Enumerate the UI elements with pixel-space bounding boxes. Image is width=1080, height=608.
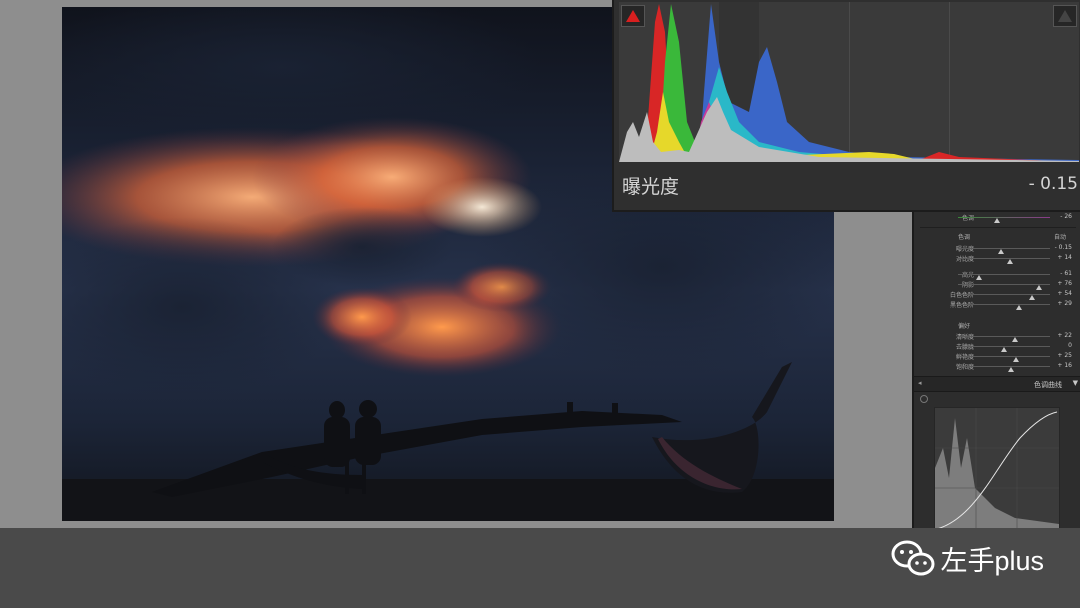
histogram-chart <box>619 2 1079 162</box>
slider-value: - 61 <box>1060 270 1072 277</box>
divider <box>920 227 1076 228</box>
slider-track[interactable] <box>958 336 1050 342</box>
slider-thumb[interactable] <box>1006 259 1013 264</box>
slider-row-tint[interactable]: 色调 - 26 <box>914 212 1080 223</box>
auto-button[interactable]: 自动 <box>1054 232 1066 241</box>
slider-row[interactable]: 白色色阶 + 54 <box>914 289 1080 300</box>
highlight-clipping-button[interactable] <box>1053 5 1077 27</box>
histogram-parameter-label: 曝光度 <box>622 176 680 198</box>
presence-section-label: 偏好 <box>958 323 971 330</box>
slider-value: + 22 <box>1057 332 1072 339</box>
slider-value: + 25 <box>1057 352 1072 359</box>
slider-value: - 0.15 <box>1054 244 1072 251</box>
slider-track[interactable] <box>958 356 1050 362</box>
chevron-down-icon[interactable]: ▼ <box>1073 379 1078 387</box>
slider-track[interactable] <box>958 284 1050 290</box>
tone-curve-label: 色调曲线 <box>1034 381 1062 389</box>
slider-thumb[interactable] <box>993 218 1000 223</box>
slider-track[interactable] <box>958 346 1050 352</box>
slider-row[interactable]: 去朦胧 0 <box>914 341 1080 352</box>
slider-track[interactable] <box>958 294 1050 300</box>
slider-track[interactable] <box>958 217 1050 223</box>
slider-row[interactable]: 清晰度 + 22 <box>914 331 1080 342</box>
slider-thumb[interactable] <box>1008 367 1015 372</box>
slider-value: + 14 <box>1057 254 1072 261</box>
slider-track[interactable] <box>958 274 1050 280</box>
slider-value: + 76 <box>1057 280 1072 287</box>
histogram-panel: 曝光度 - 0.15 <box>612 0 1080 212</box>
collapse-arrow-icon[interactable]: ◂ <box>918 379 922 387</box>
slider-row[interactable]: 曝光度 - 0.15 <box>914 243 1080 254</box>
shadow-clipping-button[interactable] <box>621 5 645 27</box>
slider-value: - 26 <box>1060 213 1072 220</box>
slider-value: + 16 <box>1057 362 1072 369</box>
slider-row[interactable]: 黑色色阶 + 29 <box>914 299 1080 310</box>
slider-row[interactable]: 阴影 + 76 <box>914 279 1080 290</box>
slider-row[interactable]: 鲜艳度 + 25 <box>914 351 1080 362</box>
slider-track[interactable] <box>958 258 1050 264</box>
brand-name: 左手plus <box>940 545 1044 576</box>
tone-curve-graph[interactable] <box>934 407 1060 530</box>
develop-panel: 色调 - 26 色调 自动 曝光度 - 0.15 对比度 + 14 高光 - 61 阴影 + … <box>912 205 1080 530</box>
slider-row[interactable]: 对比度 + 14 <box>914 253 1080 264</box>
shadow-clipping-triangle-icon <box>626 10 640 22</box>
wechat-icon <box>891 540 935 576</box>
slider-value: + 29 <box>1057 300 1072 307</box>
target-adjust-icon[interactable] <box>920 395 928 403</box>
tone-curve-header[interactable]: ◂ 色调曲线 ▼ <box>914 376 1080 392</box>
brand-watermark: 左手plus <box>890 538 1044 578</box>
slider-value: + 54 <box>1057 290 1072 297</box>
highlight-clipping-triangle-icon <box>1058 10 1072 22</box>
slider-track[interactable] <box>958 304 1050 310</box>
slider-row[interactable]: 高光 - 61 <box>914 269 1080 280</box>
slider-track[interactable] <box>958 248 1050 254</box>
bottom-bar: 左手plus <box>0 528 1080 608</box>
tone-section-label: 色调 <box>958 234 971 241</box>
slider-track[interactable] <box>958 366 1050 372</box>
slider-thumb[interactable] <box>1015 305 1022 310</box>
slider-row[interactable]: 饱和度 + 16 <box>914 361 1080 372</box>
slider-value: 0 <box>1068 342 1072 349</box>
histogram-parameter-value: - 0.15 <box>1028 174 1078 194</box>
